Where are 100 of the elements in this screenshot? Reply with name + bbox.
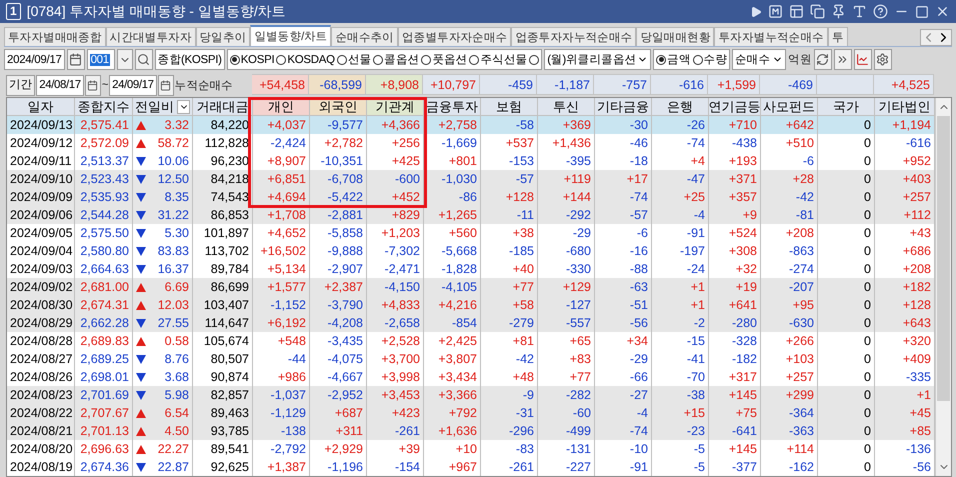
cumulative-cell: +8,908 bbox=[366, 74, 423, 96]
unit-label: 억원 bbox=[788, 53, 812, 68]
change-value: 58.72 bbox=[158, 135, 189, 152]
tab[interactable]: 업종별투자자순매수 bbox=[398, 27, 512, 46]
windows-icon[interactable] bbox=[810, 4, 825, 20]
tab[interactable]: 투 bbox=[828, 27, 848, 46]
range-separator: ~ bbox=[102, 79, 108, 92]
table-cell: +452 bbox=[367, 188, 424, 206]
help-icon[interactable] bbox=[873, 4, 888, 20]
table-cell: -91 bbox=[595, 458, 652, 476]
cumulative-cell: +4,525 bbox=[874, 74, 934, 96]
end-date-field[interactable]: 24/09/17 bbox=[109, 74, 157, 96]
table-cell: 0 bbox=[818, 458, 875, 476]
tab[interactable]: 투자자별매매종합 bbox=[4, 27, 106, 46]
table-cell: -162 bbox=[761, 458, 818, 476]
table-row[interactable]: 2024/09/13 2,575.41 3.32 84,220 +4,037 -9,577 +4,366 +2,758 -58 +369 -30 -26 +710 +642 0 +1,194 bbox=[7, 116, 935, 134]
code-field[interactable]: 001 bbox=[86, 49, 115, 70]
cumulative-cell: -459 bbox=[480, 74, 537, 96]
table-row[interactable]: 2024/08/23 2,701.69 5.98 82,857 -1,037 -2,952 +3,453 +3,366 -9 -282 -27 -38 +145 +299 0 +1 bbox=[7, 386, 935, 404]
m-square-icon[interactable] bbox=[768, 4, 783, 20]
change-value: 3.68 bbox=[164, 369, 189, 386]
change-value: 16.37 bbox=[158, 261, 189, 278]
settings-icon[interactable] bbox=[874, 49, 892, 70]
table-cell: -261 bbox=[481, 458, 538, 476]
tab[interactable]: 당일매매현황 bbox=[636, 27, 714, 46]
pin-icon[interactable] bbox=[831, 4, 846, 20]
maximize-icon[interactable] bbox=[915, 4, 929, 19]
cumulative-cell: -1,187 bbox=[537, 74, 594, 96]
calendar-icon[interactable] bbox=[66, 49, 85, 70]
date-cell: 2024/08/19 bbox=[7, 458, 75, 476]
table-cell: +4,694 bbox=[253, 188, 310, 206]
change-value: 6.54 bbox=[164, 405, 189, 422]
unit-radio[interactable]: 수량 bbox=[692, 52, 727, 68]
tab[interactable]: 투자자별누적순매수 bbox=[714, 27, 828, 46]
change-value: 4.50 bbox=[164, 423, 189, 440]
market-name-field: 종합(KOSPI) bbox=[154, 49, 225, 70]
table-row[interactable]: 2024/08/30 2,674.31 12.03 103,407 -1,152 -3,790 +4,833 +4,216 +58 -127 -51 +1 +641 +95 0 +128 bbox=[7, 296, 935, 314]
table-row[interactable]: 2024/08/22 2,707.67 6.54 89,463 -1,129 +687 +423 +792 -31 -60 -4 +15 +75 -364 0 +45 bbox=[7, 404, 935, 422]
table-row[interactable]: 2024/09/10 2,523.43 12.50 84,218 +6,851 -6,708 -600 -1,030 -57 +119 +17 -47 +371 +28 0 +403 bbox=[7, 170, 935, 188]
tab[interactable]: 일별동향/차트 bbox=[250, 25, 332, 46]
change-value: 0.58 bbox=[164, 333, 189, 350]
change-value: 31.22 bbox=[158, 207, 189, 224]
change-value: 8.35 bbox=[164, 189, 189, 206]
change-value: 5.30 bbox=[164, 225, 189, 242]
cumulative-cell: +10,797 bbox=[423, 74, 480, 96]
change-value: 8.76 bbox=[164, 351, 189, 368]
market-radio[interactable]: 선물 bbox=[336, 52, 372, 68]
tab[interactable]: 순매수추이 bbox=[331, 27, 398, 46]
tab[interactable]: 시간대별투자자 bbox=[106, 27, 196, 46]
table-cell: -154 bbox=[367, 458, 424, 476]
table-row[interactable]: 2024/09/06 2,544.28 31.22 86,853 +1,708 -2,881 +829 +1,265 -11 -292 -57 -4 +9 -81 0 +112 bbox=[7, 206, 935, 224]
change-value: 10.06 bbox=[158, 153, 189, 170]
cumulative-cell: -469 bbox=[760, 74, 817, 96]
refresh-icon[interactable] bbox=[814, 49, 832, 70]
cumulative-cell: -616 bbox=[651, 74, 708, 96]
font-icon[interactable] bbox=[852, 4, 867, 20]
index-cell: 2,674.36 bbox=[75, 458, 133, 476]
table-cell: -5 bbox=[652, 458, 709, 476]
play-icon[interactable] bbox=[750, 6, 762, 18]
mode-dropdown[interactable]: 순매수 bbox=[732, 49, 786, 70]
cumulative-cell: +1,599 bbox=[708, 74, 760, 96]
table-cell: +1,387 bbox=[253, 458, 310, 476]
table-cell: -227 bbox=[538, 458, 595, 476]
table-row[interactable]: 2024/08/21 2,701.13 4.50 93,785 -138 +311 -261 +1,636 -296 -499 -74 -23 -641 -363 0 +85 bbox=[7, 422, 935, 440]
window-number: 1 bbox=[6, 3, 21, 20]
market-radio[interactable]: 주식선물 bbox=[469, 52, 528, 68]
table-row[interactable]: 2024/09/02 2,681.00 6.69 86,699 +1,577 +2,387 -4,150 -4,105 +77 +129 -63 +1 +19 -207 0 +182 bbox=[7, 278, 935, 296]
double-chevron-icon[interactable] bbox=[834, 49, 852, 70]
change-value: 12.50 bbox=[158, 171, 189, 188]
date-field[interactable]: 2024/09/17 bbox=[4, 49, 65, 70]
change-value: 27.55 bbox=[158, 315, 189, 332]
table-cell: +967 bbox=[424, 458, 481, 476]
line-chart-icon[interactable] bbox=[854, 49, 872, 70]
cumulative-cell: -757 bbox=[594, 74, 651, 96]
tab[interactable]: 당일추이 bbox=[196, 27, 250, 46]
volume-cell: 92,625 bbox=[193, 458, 253, 476]
scroll-thumb[interactable] bbox=[937, 116, 950, 401]
start-date-field[interactable]: 24/08/17 bbox=[36, 74, 84, 96]
calendar-icon[interactable] bbox=[158, 74, 174, 96]
change-value: 5.98 bbox=[164, 387, 189, 404]
scrollbar[interactable] bbox=[935, 98, 951, 476]
dropdown-caret-icon[interactable] bbox=[116, 49, 133, 70]
period-label: 기간 bbox=[6, 74, 36, 96]
table-row[interactable]: 2024/09/09 2,535.93 8.35 74,543 +4,694 -5,422 +452 -86 +128 +144 -74 +25 +357 -42 0 +257 bbox=[7, 188, 935, 206]
window-layout-icon[interactable] bbox=[789, 4, 804, 20]
search-icon[interactable] bbox=[134, 49, 153, 70]
unit-radio[interactable]: 금액 bbox=[656, 52, 691, 68]
market-radio[interactable]: 콜옵션 bbox=[373, 52, 420, 68]
market-radio[interactable]: KOSDAQ bbox=[276, 54, 335, 66]
calendar-icon[interactable] bbox=[84, 74, 101, 96]
change-value: 83.83 bbox=[158, 243, 189, 260]
table-row[interactable]: 2024/08/29 2,662.28 27.55 114,647 +6,192 -4,208 -2,658 -854 -279 -557 -56 -2 -280 -630 0 +643 bbox=[7, 314, 935, 332]
table-cell: -5,422 bbox=[310, 188, 367, 206]
weekly-option-dropdown[interactable]: (월)위클리콜옵션 bbox=[544, 49, 652, 70]
weekly-radio[interactable] bbox=[529, 54, 540, 65]
cumulative-label: 누적순매수 bbox=[174, 78, 233, 93]
sort-caret-icon[interactable] bbox=[177, 100, 190, 114]
tab[interactable]: 업종투자자누적순매수 bbox=[511, 27, 636, 46]
market-radio[interactable]: KOSPI bbox=[230, 54, 274, 66]
market-radio[interactable]: 풋옵션 bbox=[421, 52, 468, 68]
